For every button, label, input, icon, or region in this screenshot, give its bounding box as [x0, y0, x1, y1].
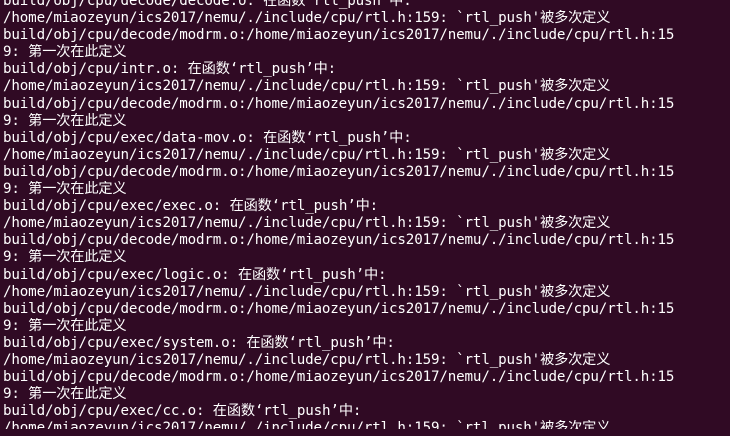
terminal-line: build/obj/cpu/exec/system.o: 在函数‘rtl_pus… [3, 334, 395, 351]
terminal-line: 9: 第一次在此定义 [3, 44, 127, 61]
terminal-output[interactable]: build/obj/cpu/decode/decode.o: 在函数‘rtl_p… [0, 0, 730, 429]
terminal-line: /home/miaozeyun/ics2017/nemu/./include/c… [3, 283, 611, 300]
terminal-line: /home/miaozeyun/ics2017/nemu/./include/c… [3, 420, 611, 429]
terminal-line: build/obj/cpu/exec/exec.o: 在函数‘rtl_push’… [3, 198, 379, 215]
terminal-line: build/obj/cpu/exec/logic.o: 在函数‘rtl_push… [3, 266, 387, 283]
terminal-line: build/obj/cpu/decode/modrm.o:/home/miaoz… [3, 369, 675, 386]
terminal-line: build/obj/cpu/decode/modrm.o:/home/miaoz… [3, 95, 675, 112]
terminal-line: build/obj/cpu/decode/modrm.o:/home/miaoz… [3, 27, 675, 44]
terminal-line: 9: 第一次在此定义 [3, 181, 127, 198]
terminal-line: /home/miaozeyun/ics2017/nemu/./include/c… [3, 146, 611, 163]
terminal-line: /home/miaozeyun/ics2017/nemu/./include/c… [3, 351, 611, 368]
terminal-line: /home/miaozeyun/ics2017/nemu/./include/c… [3, 78, 611, 95]
terminal-line: 9: 第一次在此定义 [3, 317, 127, 334]
terminal-line: build/obj/cpu/exec/data-mov.o: 在函数‘rtl_p… [3, 129, 412, 146]
terminal-line: /home/miaozeyun/ics2017/nemu/./include/c… [3, 215, 611, 232]
terminal-line: /home/miaozeyun/ics2017/nemu/./include/c… [3, 10, 611, 27]
terminal-line: build/obj/cpu/decode/modrm.o:/home/miaoz… [3, 163, 675, 180]
terminal-line: 9: 第一次在此定义 [3, 386, 127, 403]
terminal-line: 9: 第一次在此定义 [3, 112, 127, 129]
terminal-line: build/obj/cpu/decode/decode.o: 在函数‘rtl_p… [3, 0, 412, 9]
terminal-line: 9: 第一次在此定义 [3, 249, 127, 266]
terminal-line: build/obj/cpu/intr.o: 在函数‘rtl_push’中: [3, 61, 337, 78]
terminal-line: build/obj/cpu/decode/modrm.o:/home/miaoz… [3, 300, 675, 317]
terminal-line: build/obj/cpu/exec/cc.o: 在函数‘rtl_push’中: [3, 403, 362, 420]
terminal-line: build/obj/cpu/decode/modrm.o:/home/miaoz… [3, 232, 675, 249]
